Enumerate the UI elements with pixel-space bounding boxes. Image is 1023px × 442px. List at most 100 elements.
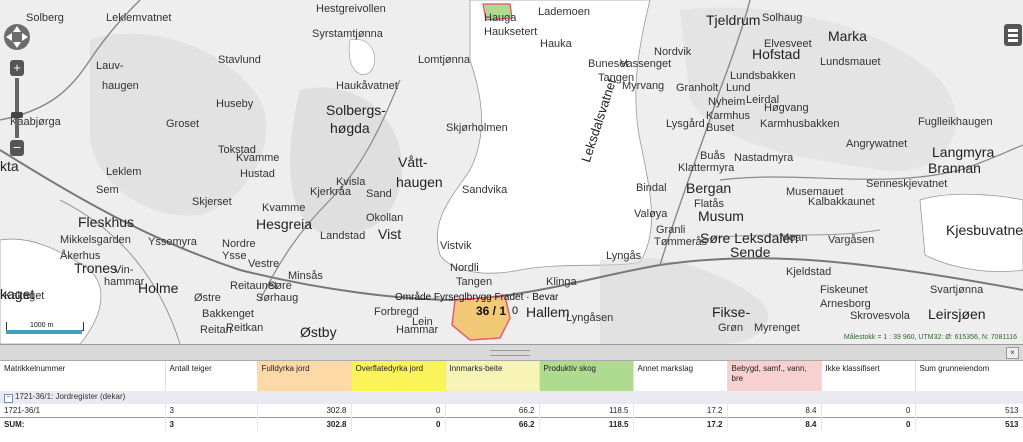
- parcel-number[interactable]: 36 / 1: [476, 304, 506, 318]
- place-label: Syrstamtjønna: [312, 28, 383, 40]
- place-label: høgda: [330, 120, 370, 136]
- place-label: Nordvik: [654, 46, 692, 58]
- place-label: Lund: [726, 82, 751, 94]
- sum-antall-teiger: 3: [165, 417, 258, 431]
- place-label: Holme: [138, 280, 179, 296]
- place-label: Kalbakkaunet: [808, 196, 875, 208]
- edge-label-left: kta: [0, 158, 19, 174]
- place-label: Vistvik: [440, 240, 472, 252]
- panel-splitter[interactable]: ×: [0, 345, 1023, 361]
- sum-ikke-klassifisert: 0: [821, 417, 916, 431]
- place-label: Vestre: [248, 258, 280, 270]
- place-label: Mikkelsgarden: [60, 234, 131, 246]
- column-header[interactable]: Produktiv skog: [539, 361, 634, 391]
- place-label: Skjerset: [192, 196, 232, 208]
- place-label: Vin-: [114, 264, 134, 276]
- place-label: Arnesborg: [820, 298, 871, 310]
- place-label: Hallem: [526, 304, 570, 320]
- cell-fulldyrka: 302.8: [257, 404, 352, 418]
- group-row[interactable]: −1721-36/1: Jordregister (dekar): [0, 391, 1023, 404]
- place-label: Lomtjønna: [418, 54, 470, 66]
- place-label: Tjeldrum: [706, 12, 761, 28]
- column-header[interactable]: Overflatedyrka jord: [351, 361, 446, 391]
- place-label: Vargåsen: [828, 234, 875, 246]
- scale-label: 1000 m: [30, 322, 54, 329]
- place-label: Trones: [74, 260, 118, 276]
- edge-label-left-bottom: kaget: [0, 286, 35, 302]
- sum-produktiv-skog: 118.5: [539, 417, 634, 431]
- column-header[interactable]: Matrikkelnummer: [0, 361, 166, 391]
- place-label: Bindal: [636, 182, 667, 194]
- column-header[interactable]: Antall teiger: [165, 361, 258, 391]
- column-header[interactable]: Fulldyrka jord: [257, 361, 352, 391]
- zoom-slider-handle[interactable]: [11, 112, 23, 118]
- splitter-grip-icon[interactable]: [490, 350, 530, 356]
- parcel-annotation: Område Fyrseglbrygg Fradet · Bevar: [395, 292, 559, 303]
- place-label: Lyngåsen: [566, 312, 614, 324]
- pan-control-icon[interactable]: [2, 22, 32, 52]
- place-label: Myrvang: [622, 80, 665, 92]
- place-label: Leirsjøen: [928, 306, 986, 322]
- place-label: Hauka: [540, 38, 572, 50]
- coordinate-readout: Målestokk = 1 : 39 960, UTM32: Ø: 615356…: [843, 334, 1017, 341]
- place-label: Sandvika: [462, 184, 508, 196]
- group-label: 1721-36/1: Jordregister (dekar): [15, 392, 126, 401]
- column-header[interactable]: Innmarks-beite: [445, 361, 540, 391]
- place-label: Granholt: [676, 82, 719, 94]
- place-label: Solhaug: [762, 12, 803, 24]
- place-label: Fuglleikhaugen: [918, 116, 993, 128]
- place-label: haugen: [102, 80, 139, 92]
- place-label: Okollan: [366, 212, 404, 224]
- place-label: Bakkenget: [202, 308, 254, 320]
- place-label: Hestgreivollen: [316, 3, 386, 15]
- place-label: Lundsmauet: [820, 56, 881, 68]
- place-label: Svartjønna: [930, 284, 984, 296]
- sum-overflatedyrka: 0: [351, 417, 446, 431]
- place-label: Lyngås: [606, 250, 642, 262]
- column-header[interactable]: Annet markslag: [633, 361, 728, 391]
- place-label: Østre: [194, 292, 221, 304]
- place-label: Grøn: [718, 322, 744, 334]
- minus-box-icon[interactable]: −: [4, 394, 13, 403]
- place-label: Hauga: [484, 12, 517, 24]
- cell-bebygd: 8.4: [727, 404, 822, 418]
- place-label: Moan: [780, 232, 808, 244]
- place-label: Angrywatnet: [846, 138, 908, 150]
- place-label: Hauksetert: [484, 26, 538, 38]
- place-label: Sem: [96, 184, 119, 196]
- close-icon[interactable]: ×: [1006, 347, 1019, 359]
- place-label: Nyheim: [708, 96, 746, 108]
- place-label: Lysgård: [666, 118, 705, 130]
- place-label: Vist: [378, 226, 402, 242]
- table-row[interactable]: 1721-36/1 3 302.8 0 66.2 118.5 17.2 8.4 …: [0, 404, 1023, 418]
- place-label: Bergan: [686, 180, 732, 196]
- place-label: Myrenget: [754, 322, 800, 334]
- zoom-in-button[interactable]: +: [10, 60, 24, 76]
- cell-innmarksbeite: 66.2: [445, 404, 540, 418]
- place-label: Hammar: [396, 324, 439, 336]
- terrain-hill-3: [680, 7, 957, 172]
- place-label: Granli: [656, 224, 686, 236]
- place-label: Kvamme: [262, 202, 306, 214]
- cell-overflatedyrka: 0: [351, 404, 446, 418]
- zoom-out-button[interactable]: −: [10, 140, 24, 156]
- place-label: Lauv-: [96, 60, 124, 72]
- sum-label: SUM:: [0, 417, 166, 431]
- zoom-slider-track[interactable]: [15, 78, 19, 138]
- cell-produktiv-skog: 118.5: [539, 404, 634, 418]
- sum-row: SUM: 3 302.8 0 66.2 118.5 17.2 8.4 0 513: [0, 417, 1023, 431]
- layers-icon[interactable]: [1004, 24, 1022, 46]
- place-label: Kjesbuvatnet: [946, 222, 1023, 238]
- sum-annet-markslag: 17.2: [633, 417, 728, 431]
- column-header[interactable]: Ikke klassifisert: [821, 361, 916, 391]
- sum-total: 513: [915, 417, 1023, 431]
- place-label: Stavlund: [218, 54, 261, 66]
- map-view[interactable]: Solberg Leklemvatnet Hestgreivollen Lade…: [0, 0, 1023, 345]
- cell-sum: 513: [915, 404, 1023, 418]
- place-label: Brannan: [928, 160, 981, 176]
- place-label: Klinga: [546, 276, 577, 288]
- place-label: Høgvang: [764, 102, 809, 114]
- column-header[interactable]: Sum grunneiendom: [915, 361, 1023, 391]
- column-header[interactable]: Bebygd, samf., vann, bre: [727, 361, 822, 391]
- place-label: Karmhusbakken: [760, 118, 840, 130]
